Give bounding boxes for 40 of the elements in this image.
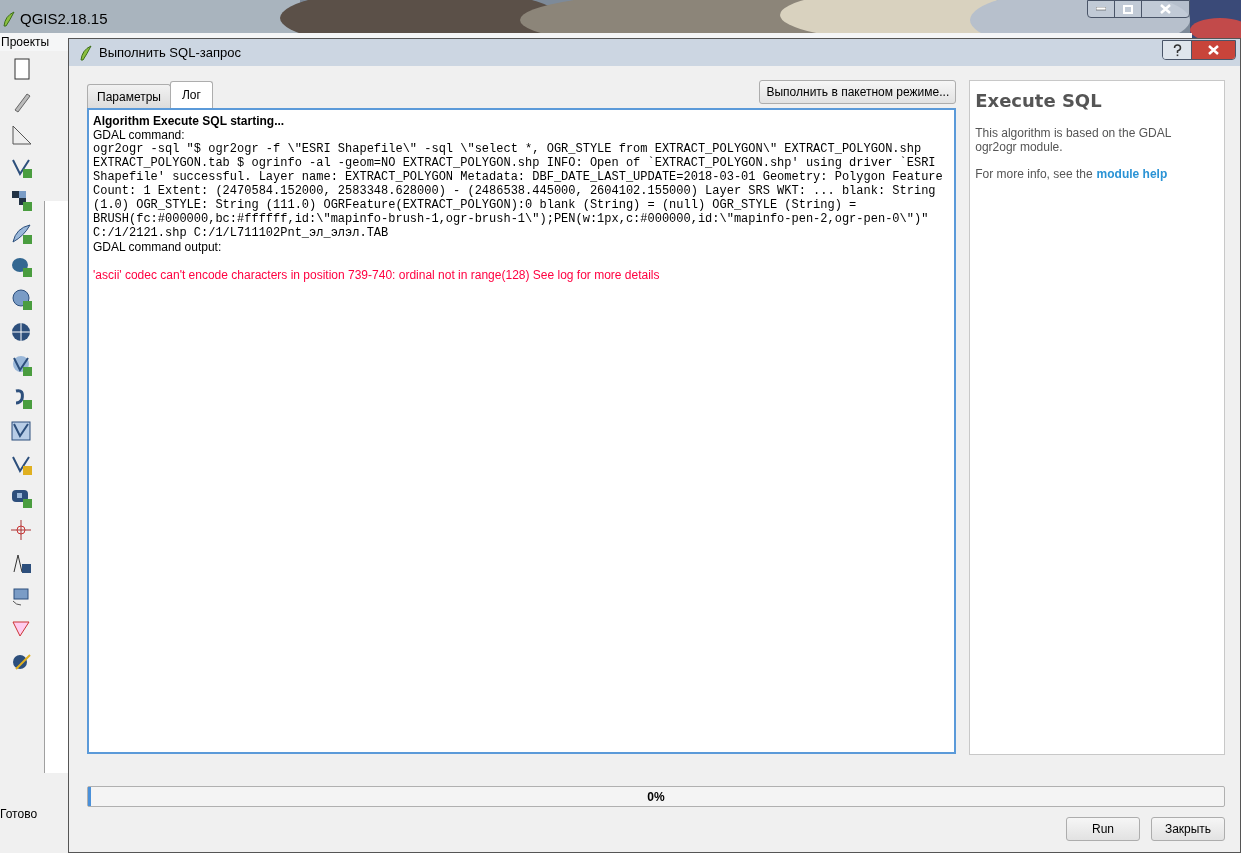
help-button[interactable]	[1163, 41, 1192, 59]
ruler-icon[interactable]	[10, 123, 34, 147]
command-line: ogr2ogr -sql "$ ogr2ogr -f \"ESRI Shapefile\" -sql \"select *, OGR_STYLE from EXTRACT_POLYGON\" EXTRACT_POLYGON.shp	[93, 142, 923, 156]
help-text: For more info, see the	[975, 166, 1093, 183]
status-text: Готово	[0, 807, 38, 821]
help-description: This algorithm is based on the GDAL ogr2ogr module.	[975, 126, 1172, 154]
run-button[interactable]: Run	[1066, 817, 1140, 841]
globe-add-icon[interactable]	[10, 288, 34, 312]
close-dialog-button[interactable]: Закрыть	[1151, 817, 1225, 841]
help-icon	[1172, 43, 1182, 57]
tab[interactable]: Параметры	[87, 84, 171, 108]
qgis-logo-icon	[2, 10, 16, 28]
help-title: Execute SQL	[975, 89, 1103, 113]
progress-text: 0%	[647, 788, 665, 806]
tab[interactable]: Лог	[169, 81, 213, 108]
minimize-icon	[1096, 7, 1106, 11]
command-line: C:/1/2121.shp C:/1/L711102Pnt_эл_элэл.TAB	[93, 226, 390, 240]
log-heading: Algorithm Execute SQL starting...	[93, 114, 286, 128]
vector-globe-icon[interactable]	[10, 354, 34, 378]
error-message: 'ascii' codec can't encode characters in position 739-740: ordinal not in range(128) See log for more details	[93, 268, 661, 282]
window-title: QGIS2.18.15	[20, 10, 108, 28]
command-line: (1.0) OGR_STYLE: String (111.0) OGRFeature(EXTRACT_POLYGON):0 blank (String) = (null) OGR_STYLE (String) =	[93, 198, 858, 212]
close-icon	[1208, 45, 1219, 55]
command-line: BRUSH(fc:#000000,bc:#ffffff,id:\"mapinfo-brush-1,ogr-brush-1\");PEN(w:1px,c:#000000,id:\"mapinfo-pen-2,ogr-pen-0\")"	[93, 212, 930, 226]
menu-item[interactable]: Проекты	[0, 33, 51, 51]
close-button[interactable]	[1192, 41, 1235, 59]
log-line: GDAL command:	[93, 128, 186, 142]
maximize-icon	[1123, 4, 1133, 14]
close-icon	[1160, 4, 1171, 14]
crosshair-icon[interactable]	[10, 519, 34, 543]
log-line: GDAL command output:	[93, 240, 223, 254]
command-line: EXTRACT_POLYGON.tab $ ogrinfo -al -geom=NO EXTRACT_POLYGON.shp INFO: Open of `EXTRACT_POLYGON.shp' using driver `ESRI	[93, 156, 937, 170]
command-line: Count: 1 Extent: (2470584.152000, 2583348.628000) - (2486538.445000, 2604102.155000) Layer SRS WKT: ... blank: String	[93, 184, 937, 198]
raster-add-icon[interactable]	[10, 189, 34, 213]
batch-mode-button[interactable]: Выполнить в пакетном режиме...	[759, 80, 957, 104]
feather-add-icon[interactable]	[10, 222, 34, 246]
qgis-logo-icon	[79, 43, 93, 62]
command-line: Shapefile' successful. Layer name: EXTRACT_POLYGON Metadata: DBF_DATE_LAST_UPDATE=2018-03-01 Geometry: Polygon Feature	[93, 170, 944, 184]
vector-frame-icon[interactable]	[10, 420, 34, 444]
dialog-title: Выполнить SQL-запрос	[99, 43, 241, 62]
